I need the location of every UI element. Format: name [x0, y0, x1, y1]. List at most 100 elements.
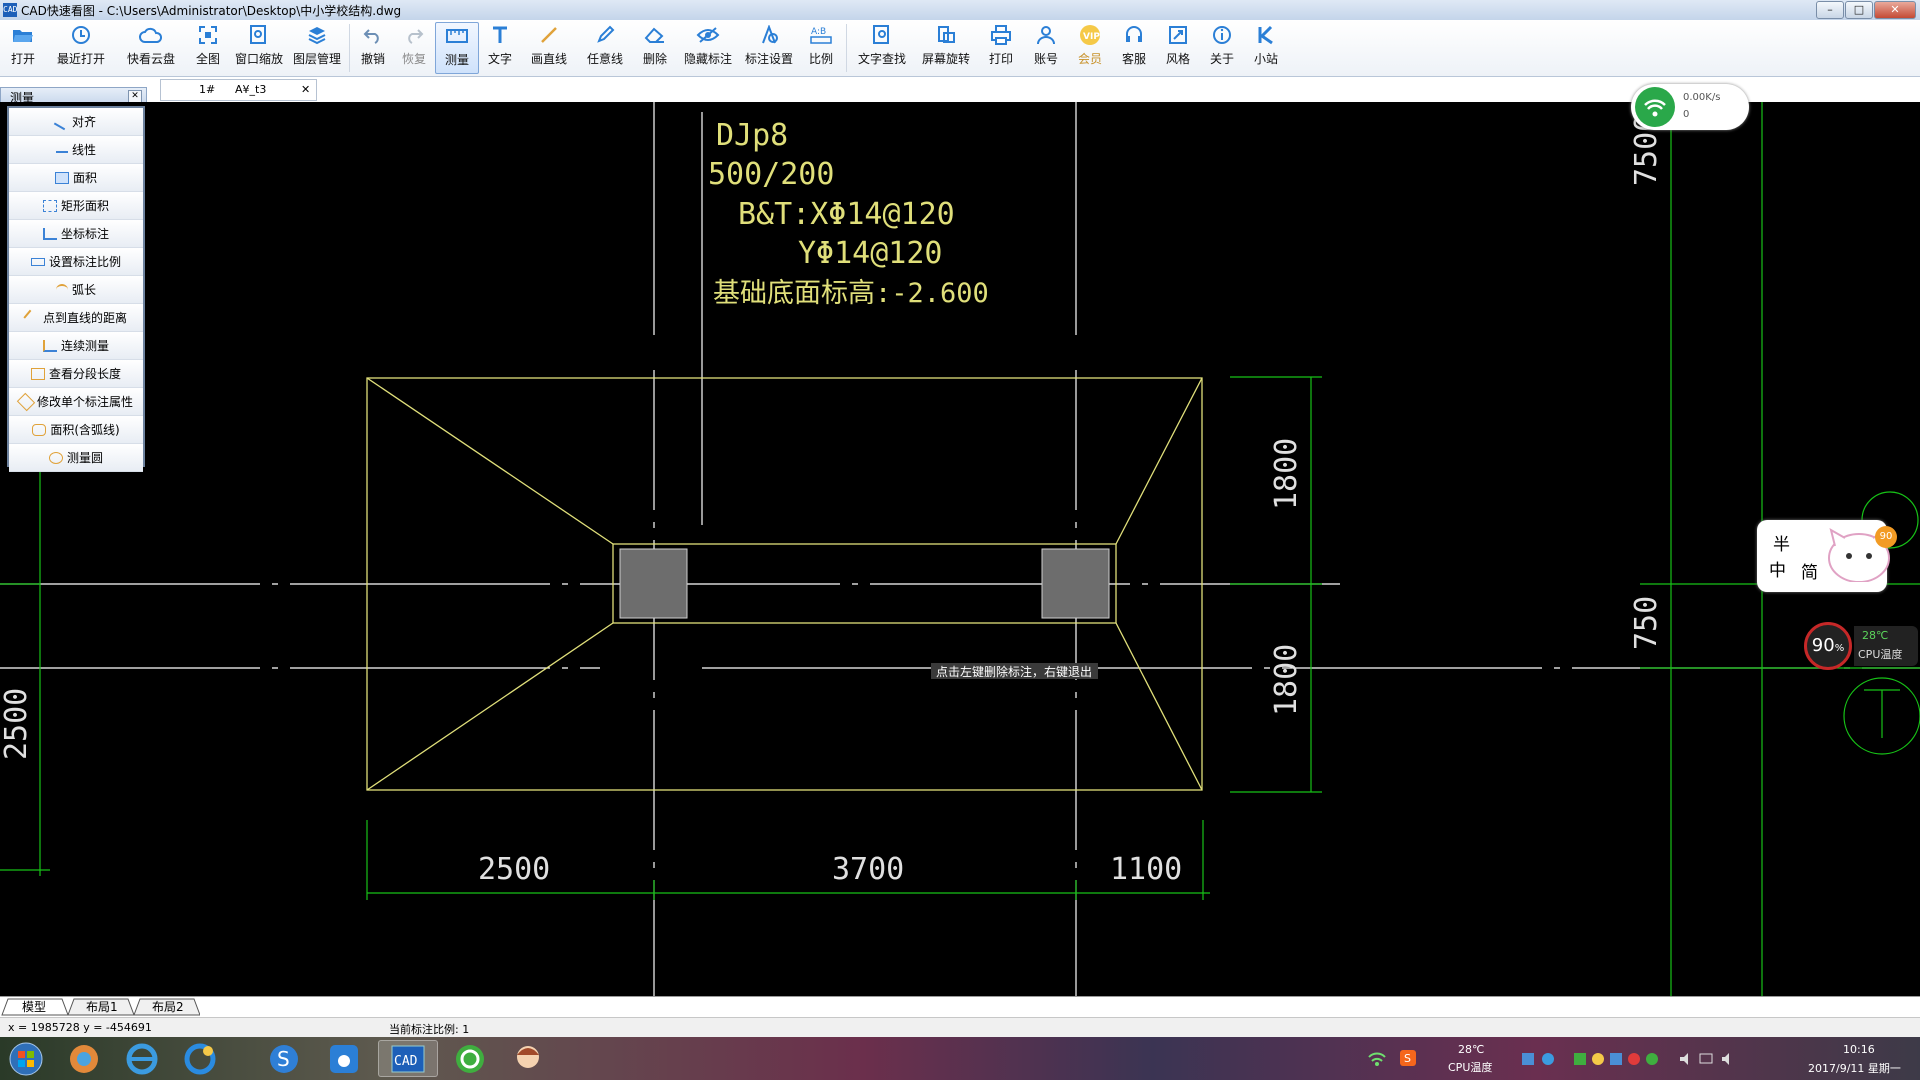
cloud-disk-button[interactable]: 快看云盘	[116, 22, 186, 74]
tab-layout2[interactable]: 布局2	[142, 999, 194, 1015]
ime-half-width[interactable]: 半	[1773, 530, 1790, 555]
tray-icons[interactable]	[1522, 1051, 1672, 1067]
hide-annotation-button[interactable]: 隐藏标注	[677, 22, 739, 74]
recent-icon	[71, 22, 91, 48]
clock-time[interactable]: 10:16	[1843, 1043, 1875, 1056]
undo-icon	[363, 22, 383, 48]
taskbar-paw-button[interactable]	[318, 1040, 370, 1077]
ime-chinese-mode[interactable]: 中	[1769, 556, 1786, 581]
measure-rect-area-item[interactable]: 矩形面积	[9, 192, 143, 220]
mini-site-button[interactable]: 小站	[1244, 22, 1288, 74]
vip-button[interactable]: VIP 会员	[1068, 22, 1112, 74]
taskbar-360-button[interactable]	[444, 1040, 496, 1077]
delete-button[interactable]: 删除	[633, 22, 677, 74]
text-icon	[490, 22, 510, 48]
text-search-button[interactable]: 文字查找	[850, 22, 914, 74]
info-icon	[1212, 22, 1232, 48]
taskbar-cad-button[interactable]: CAD	[378, 1040, 438, 1077]
ime-widget[interactable]: 半 中 简 90	[1757, 520, 1897, 592]
measure-button[interactable]: 测量	[435, 22, 479, 74]
segments-icon	[30, 367, 45, 380]
minimize-button[interactable]: –	[1816, 1, 1844, 19]
measure-segments-item[interactable]: 查看分段长度	[9, 360, 143, 388]
measure-coordinate-item[interactable]: 坐标标注	[9, 220, 143, 248]
maximize-button[interactable]: □	[1845, 1, 1873, 19]
layer-manager-button[interactable]: 图层管理	[288, 22, 346, 74]
align-icon	[53, 113, 71, 130]
volume-network-icons[interactable]	[1678, 1051, 1738, 1067]
cloud-icon	[139, 22, 163, 48]
drawing-canvas[interactable]: DJp8 500/200 B&T:XΦ14@120 YΦ14@120 基础底面标…	[0, 102, 1920, 996]
tab-1[interactable]: 1#	[199, 80, 215, 100]
sogou-tray-icon[interactable]: S	[1400, 1050, 1416, 1066]
dim-750: 750	[1629, 596, 1664, 650]
measure-linear-item[interactable]: 线性	[9, 136, 143, 164]
cpu-temp-label: CPU温度	[1858, 648, 1903, 661]
ime-simplified[interactable]: 简	[1801, 558, 1818, 583]
print-button[interactable]: 打印	[978, 22, 1024, 74]
open-button[interactable]: 打开	[0, 22, 46, 74]
freehand-line-button[interactable]: 任意线	[577, 22, 633, 74]
arc-area-icon	[32, 423, 47, 436]
scale-button[interactable]: A:B 比例	[799, 22, 843, 74]
measure-set-scale-item[interactable]: 设置标注比例	[9, 248, 143, 276]
360-icon	[456, 1044, 484, 1073]
tab-layout1[interactable]: 布局1	[76, 999, 128, 1015]
network-widget[interactable]: 0.00K/s 0	[1631, 84, 1749, 130]
annotation-settings-button[interactable]: 标注设置	[739, 22, 799, 74]
continuous-icon	[42, 339, 57, 352]
about-button[interactable]: 关于	[1200, 22, 1244, 74]
taskbar-windows-button[interactable]	[58, 1040, 110, 1077]
linear-icon	[55, 146, 68, 153]
measure-arc-length-item[interactable]: 弧长	[9, 276, 143, 304]
svg-text:CAD: CAD	[394, 1054, 418, 1069]
scale-icon: A:B	[810, 22, 832, 48]
undo-button[interactable]: 撤销	[353, 22, 393, 74]
measure-point-line-item[interactable]: 点到直线的距离	[9, 304, 143, 332]
eraser-icon	[644, 22, 666, 48]
measure-edit-attr-item[interactable]: 修改单个标注属性	[9, 388, 143, 416]
text-search-icon	[872, 22, 892, 48]
hint-tooltip: 点击左键删除标注，右键退出	[936, 664, 1092, 679]
start-button[interactable]	[4, 1040, 48, 1077]
taskbar-ie-button[interactable]	[116, 1040, 168, 1077]
tab-model[interactable]: 模型	[12, 999, 56, 1015]
text-button[interactable]: 文字	[479, 22, 521, 74]
fit-all-button[interactable]: 全图	[186, 22, 230, 74]
measure-continuous-item[interactable]: 连续测量	[9, 332, 143, 360]
toolbar-separator	[846, 24, 847, 72]
sogou-icon: S	[270, 1044, 298, 1073]
taskbar-avatar-button[interactable]	[502, 1040, 554, 1077]
fit-all-icon	[198, 22, 218, 48]
window-zoom-button[interactable]: 窗口缩放	[230, 22, 288, 74]
clock-date[interactable]: 2017/9/11 星期一	[1808, 1060, 1901, 1076]
circle-icon	[48, 451, 63, 464]
taskbar-sogou-button[interactable]: S	[258, 1040, 310, 1077]
taskbar-browser-button[interactable]	[174, 1040, 226, 1077]
customer-service-button[interactable]: 客服	[1112, 22, 1156, 74]
measure-arc-area-item[interactable]: 面积(含弧线)	[9, 416, 143, 444]
system-tray: S 28℃ CPU温度 10:16 2017/9/11 星期一	[1360, 1037, 1920, 1080]
redo-button[interactable]: 恢复	[393, 22, 435, 74]
wifi-tray-icon[interactable]	[1368, 1051, 1386, 1067]
browser-icon	[184, 1043, 216, 1074]
annotation-settings-icon	[759, 22, 779, 48]
measure-align-item[interactable]: 对齐	[9, 108, 143, 136]
paw-icon	[330, 1044, 358, 1073]
close-tab-icon[interactable]: ✕	[301, 80, 310, 100]
close-button[interactable]: ✕	[1874, 1, 1916, 19]
measure-circle-item[interactable]: 测量圆	[9, 444, 143, 472]
draw-line-button[interactable]: 画直线	[521, 22, 577, 74]
area-icon	[54, 171, 69, 184]
screen-rotate-button[interactable]: 屏幕旋转	[914, 22, 978, 74]
measure-area-item[interactable]: 面积	[9, 164, 143, 192]
cpu-widget[interactable]: 90% 28℃ CPU温度	[1804, 622, 1920, 670]
tab-at3[interactable]: A¥_t3	[235, 80, 266, 100]
toolbar-separator	[349, 24, 350, 72]
label-line-2: 500/200	[708, 157, 834, 192]
account-button[interactable]: 账号	[1024, 22, 1068, 74]
tray-cpu-temp: 28℃	[1458, 1043, 1485, 1056]
net-speed: 0.00K/s	[1683, 92, 1721, 103]
recent-open-button[interactable]: 最近打开	[46, 22, 116, 74]
style-button[interactable]: 风格	[1156, 22, 1200, 74]
